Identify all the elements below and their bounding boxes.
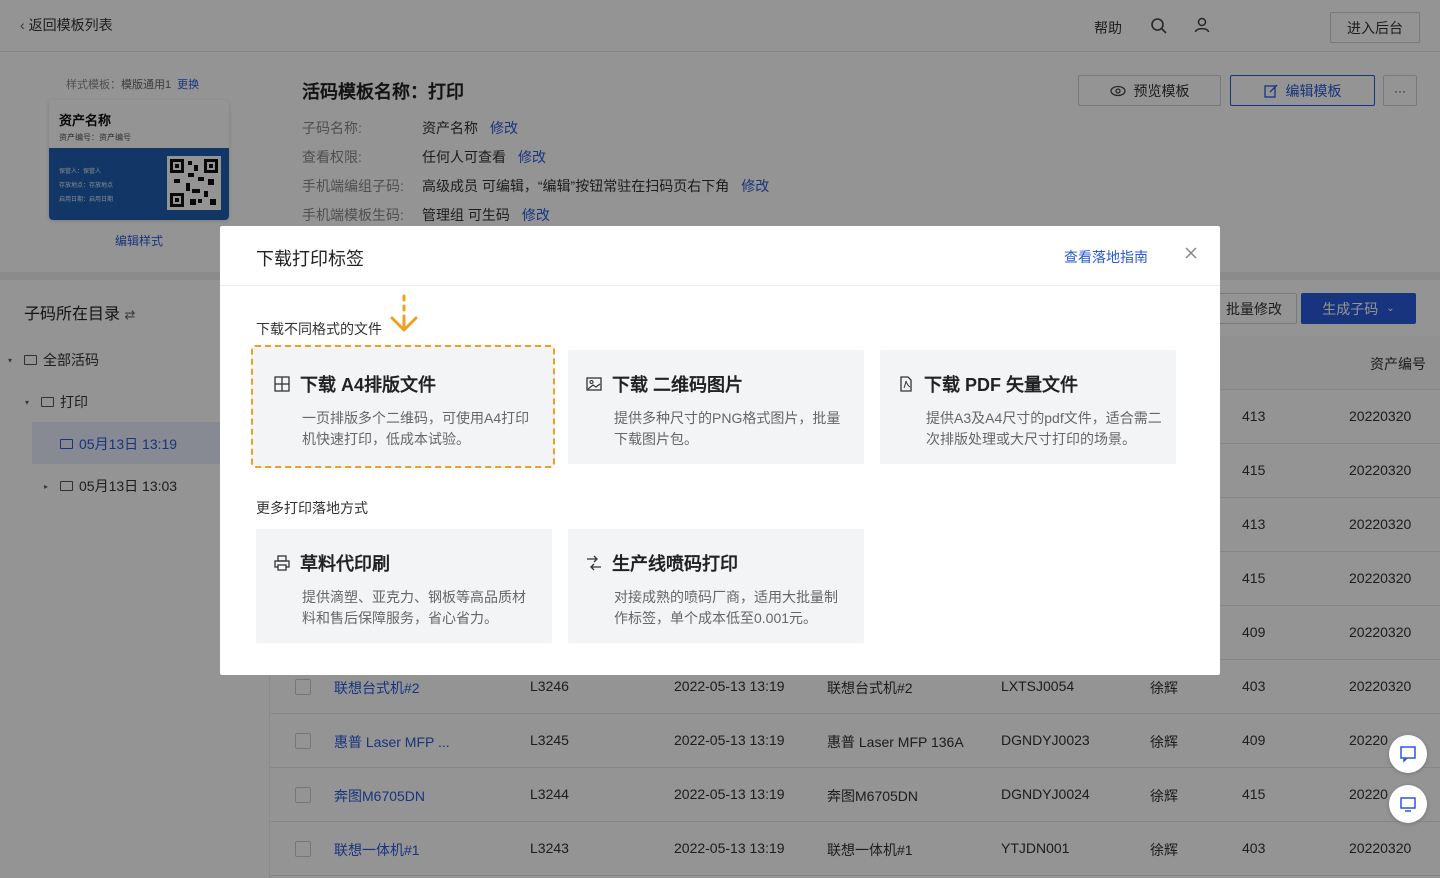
app-root: ‹ 返回模板列表 帮助 进入后台 样式模板：模版通用1 更换 资产名称 资产编号：… (0, 0, 1440, 878)
option-header: 草料代印刷 (274, 550, 390, 576)
option-title: 生产线喷码打印 (612, 554, 738, 574)
option-title: 下载 二维码图片 (612, 375, 744, 395)
printer-icon (274, 555, 290, 571)
option-header: 下载 PDF 矢量文件 (898, 371, 1078, 397)
option-a4-layout[interactable]: 下载 A4排版文件 一页排版多个二维码，可使用A4打印机快速打印，低成本试验。 (251, 345, 555, 468)
option-desc: 对接成熟的喷码厂商，适用大批量制作标签，单个成本低至0.001元。 (614, 589, 838, 626)
option-title: 草料代印刷 (300, 554, 390, 574)
option-desc: 提供滴塑、亚克力、钢板等高品质材料和售后保障服务，省心省力。 (302, 589, 526, 626)
close-icon[interactable] (1182, 244, 1200, 262)
section-more-print-methods: 更多打印落地方式 (256, 500, 368, 516)
dialog-title: 下载打印标签 (256, 249, 364, 269)
option-title: 下载 A4排版文件 (300, 375, 437, 395)
option-caoliao-printing[interactable]: 草料代印刷 提供滴塑、亚克力、钢板等高品质材料和售后保障服务，省心省力。 (256, 529, 552, 643)
image-icon (586, 377, 602, 391)
option-header: 生产线喷码打印 (586, 550, 738, 576)
option-header: 下载 二维码图片 (586, 371, 743, 397)
section-download-formats: 下载不同格式的文件 (256, 321, 382, 337)
option-desc: 提供A3及A4尺寸的pdf文件，适合需二次排版处理或大尺寸打印的场景。 (926, 410, 1162, 447)
option-desc: 提供多种尺寸的PNG格式图片，批量下载图片包。 (614, 410, 841, 447)
option-header: 下载 A4排版文件 (274, 371, 436, 397)
option-title: 下载 PDF 矢量文件 (924, 375, 1079, 395)
chat-icon[interactable] (1389, 735, 1427, 773)
pdf-icon (900, 376, 912, 392)
option-desc: 一页排版多个二维码，可使用A4打印机快速打印，低成本试验。 (302, 410, 530, 447)
grid-icon (274, 376, 290, 392)
production-line-icon (587, 555, 601, 571)
arrow-down-icon (390, 294, 418, 332)
guide-link[interactable]: 查看落地指南 (1064, 247, 1148, 267)
option-qr-image[interactable]: 下载 二维码图片 提供多种尺寸的PNG格式图片，批量下载图片包。 (568, 350, 864, 464)
option-inkjet-printing[interactable]: 生产线喷码打印 对接成熟的喷码厂商，适用大批量制作标签，单个成本低至0.001元… (568, 529, 864, 643)
screen-icon[interactable] (1389, 785, 1427, 823)
download-print-label-dialog: 下载打印标签 查看落地指南 下载不同格式的文件 下载 A4排版文件 一页排版多个… (220, 226, 1220, 675)
dialog-header: 下载打印标签 查看落地指南 (220, 226, 1220, 286)
option-pdf-vector[interactable]: 下载 PDF 矢量文件 提供A3及A4尺寸的pdf文件，适合需二次排版处理或大尺… (880, 350, 1176, 464)
